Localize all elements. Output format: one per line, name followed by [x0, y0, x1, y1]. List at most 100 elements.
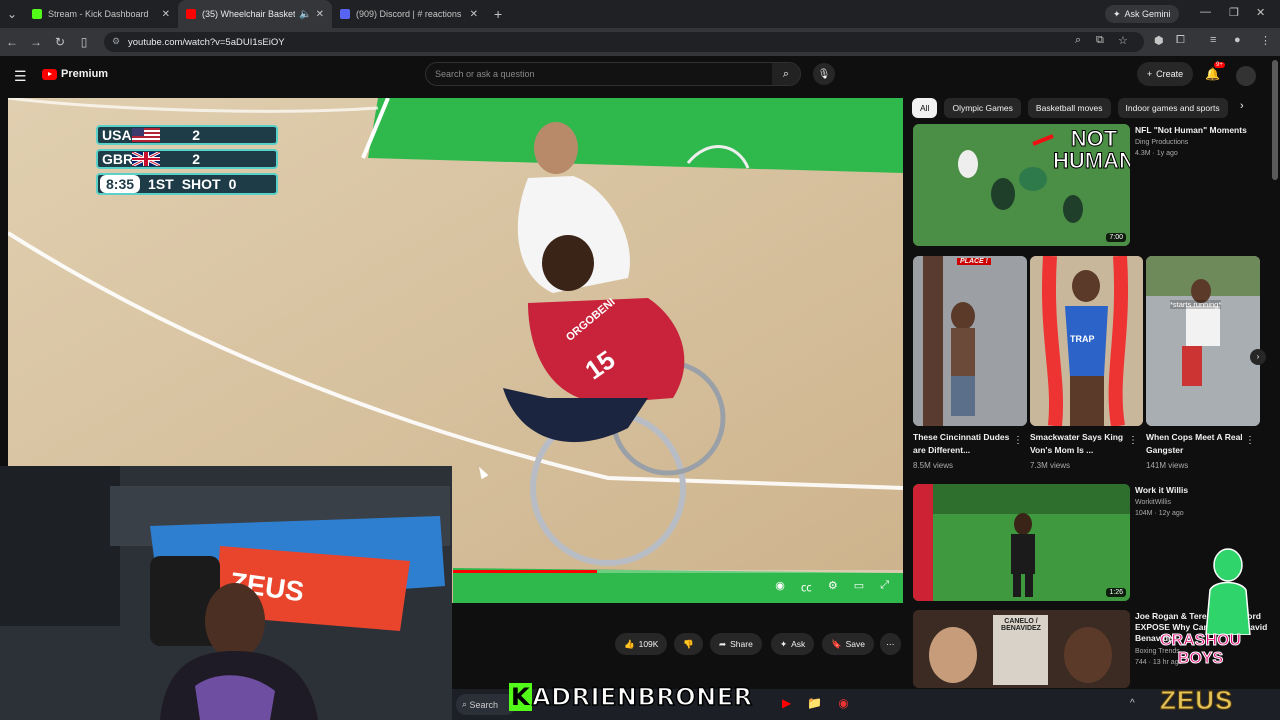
create-button[interactable]: + Create — [1137, 62, 1193, 86]
player-controls: ◉ ㏄ ⚙ ▭ ⤢ — [775, 579, 889, 595]
taskbar-apps: ▶ 📁 ◉ — [782, 696, 849, 710]
uk-flag-icon — [132, 152, 160, 166]
mic-icon: 🎙 — [817, 68, 831, 80]
short-title[interactable]: These Cincinnati Dudes are Different... — [913, 431, 1013, 457]
chrome-icon[interactable]: ◉ — [838, 696, 848, 710]
media-icon[interactable]: ≡ — [1210, 34, 1216, 46]
chip-all[interactable]: All — [912, 98, 938, 118]
tab-youtube[interactable]: (35) Wheelchair Basketball 🔈 ✕ — [178, 0, 332, 28]
more-actions-button[interactable]: ⋯ — [880, 633, 901, 655]
zeus-watermark: ZEUS — [1159, 685, 1234, 716]
progress-bar[interactable] — [453, 570, 903, 573]
ask-gemini-button[interactable]: ✦ Ask Gemini — [1105, 5, 1179, 23]
thumbs-down-icon: 👎 — [683, 638, 694, 649]
taskbar-search[interactable]: ⌕ Search — [456, 694, 516, 715]
kebab-menu-icon[interactable]: ⋮ — [1260, 34, 1271, 47]
profile-icon[interactable]: ● — [1234, 34, 1241, 46]
crashou-logo — [1205, 548, 1251, 635]
video-title[interactable]: NFL "Not Human" Moments — [1135, 125, 1265, 136]
score-row-usa: USA 2 — [96, 125, 278, 145]
fullscreen-icon[interactable]: ⤢ — [880, 579, 889, 595]
video-thumbnail[interactable]: CANELO / BENAVIDEZ — [913, 610, 1130, 688]
kick-icon — [32, 9, 42, 19]
minimize-icon[interactable]: — — [1200, 6, 1211, 18]
score-row-gbr: GBR 2 — [96, 149, 278, 169]
dislike-button[interactable]: 👎 — [674, 633, 703, 655]
search-button[interactable]: ⌕ — [772, 63, 800, 85]
youtube-play-icon — [42, 68, 57, 80]
chevron-right-icon[interactable]: › — [1240, 100, 1244, 112]
forward-icon[interactable]: → — [24, 35, 48, 49]
speaker-icon[interactable]: 🔈 — [299, 9, 311, 20]
youtube-app-icon[interactable]: ▶ — [782, 696, 791, 710]
shorts-next-button[interactable]: › — [1250, 349, 1266, 365]
close-window-icon[interactable]: ✕ — [1256, 6, 1265, 19]
miniplayer-icon[interactable]: ▭ — [854, 579, 864, 595]
folder-icon[interactable]: 📁 — [807, 696, 822, 710]
thumbnail-image — [913, 256, 1027, 426]
channel-name[interactable]: Ding Productions — [1135, 138, 1188, 147]
short-thumbnail[interactable]: PLACE ! — [913, 256, 1027, 426]
search-input[interactable]: Search or ask a question ⌕ — [425, 62, 801, 86]
sidepanel-icon[interactable]: ▯ — [72, 35, 96, 49]
duration-badge: 7:00 — [1106, 233, 1126, 242]
short-views: 8.5M views — [913, 461, 954, 470]
site-info-icon[interactable]: ⚙ — [112, 36, 120, 47]
bookmark-star-icon[interactable]: ☆ — [1118, 34, 1128, 47]
mic-button[interactable]: 🎙 — [813, 63, 835, 85]
tab-search-icon[interactable]: ⌄ — [0, 7, 24, 21]
reload-icon[interactable]: ↻ — [48, 35, 72, 49]
chip-indoor-games[interactable]: Indoor games and sports — [1117, 98, 1228, 118]
install-icon[interactable]: ⧉ — [1096, 34, 1104, 47]
tab-discord[interactable]: (909) Discord | # reactions ✕ — [332, 0, 486, 28]
zoom-icon[interactable]: ⌕ — [1075, 34, 1081, 47]
short-thumbnail[interactable]: *starts running* — [1146, 256, 1260, 426]
puzzle-icon[interactable]: ⧠ — [1176, 34, 1185, 47]
autoplay-toggle-icon[interactable]: ◉ — [775, 579, 785, 595]
tab-kick[interactable]: Stream - Kick Dashboard ✕ — [24, 0, 178, 28]
avatar[interactable] — [1236, 66, 1256, 86]
game-clock: 8:35 1ST SHOT 0 — [96, 173, 278, 195]
short-title[interactable]: Smackwater Says King Von's Mom Is ... — [1030, 431, 1130, 457]
close-icon[interactable]: ✕ — [316, 9, 324, 20]
settings-gear-icon[interactable]: ⚙ — [828, 579, 838, 595]
like-button[interactable]: 👍 109K — [615, 633, 668, 655]
captions-icon[interactable]: ㏄ — [801, 579, 812, 595]
extension-icon[interactable]: ⬢ — [1154, 34, 1164, 47]
maximize-icon[interactable]: ❐ — [1229, 6, 1239, 19]
close-icon[interactable]: ✕ — [470, 9, 478, 20]
more-icon[interactable]: ⋮ — [1013, 435, 1023, 446]
share-button[interactable]: ➦ Share — [710, 633, 762, 655]
ask-button[interactable]: ✦ Ask — [771, 633, 815, 655]
short-title[interactable]: When Cops Meet A Real Gangster — [1146, 431, 1246, 457]
more-icon[interactable]: ⋮ — [1128, 435, 1138, 446]
back-icon[interactable]: ← — [0, 35, 24, 49]
chip-olympic-games[interactable]: Olympic Games — [944, 98, 1021, 118]
thumbnail-image — [1146, 256, 1260, 426]
more-icon[interactable]: ⋮ — [1245, 435, 1255, 446]
notifications-bell-icon[interactable]: 🔔 — [1205, 67, 1220, 81]
new-tab-button[interactable]: + — [494, 6, 502, 22]
youtube-logo[interactable]: Premium — [42, 68, 108, 80]
scrollbar[interactable] — [1272, 60, 1278, 180]
channel-name[interactable]: WorkitWillis — [1135, 498, 1171, 507]
save-button[interactable]: 🔖 Save — [822, 633, 874, 655]
short-thumbnail[interactable]: TRAP — [1030, 256, 1143, 426]
thumbs-up-icon: 👍 — [624, 638, 635, 649]
webcam-frame: ZEUS — [0, 466, 452, 720]
url-field[interactable]: ⚙ youtube.com/watch?v=5aDUI1sEiOY — [104, 32, 1144, 52]
short-views: 141M views — [1146, 461, 1189, 470]
video-thumbnail[interactable]: NOT HUMAN 7:00 — [913, 124, 1130, 246]
tray-chevron-icon[interactable]: ^ — [1130, 698, 1135, 709]
short-badge: PLACE ! — [957, 258, 991, 265]
close-icon[interactable]: ✕ — [162, 9, 170, 20]
hamburger-menu-icon[interactable]: ☰ — [14, 68, 27, 85]
video-thumbnail[interactable]: 1:26 — [913, 484, 1130, 601]
notification-badge: 9+ — [1214, 62, 1225, 68]
chip-basketball-moves[interactable]: Basketball moves — [1027, 98, 1111, 118]
video-title[interactable]: Work it Willis — [1135, 485, 1265, 496]
more-icon: ⋯ — [886, 638, 895, 649]
discord-icon — [340, 9, 350, 19]
short-badge: TRAP — [1070, 334, 1095, 344]
search-icon: ⌕ — [462, 699, 470, 709]
